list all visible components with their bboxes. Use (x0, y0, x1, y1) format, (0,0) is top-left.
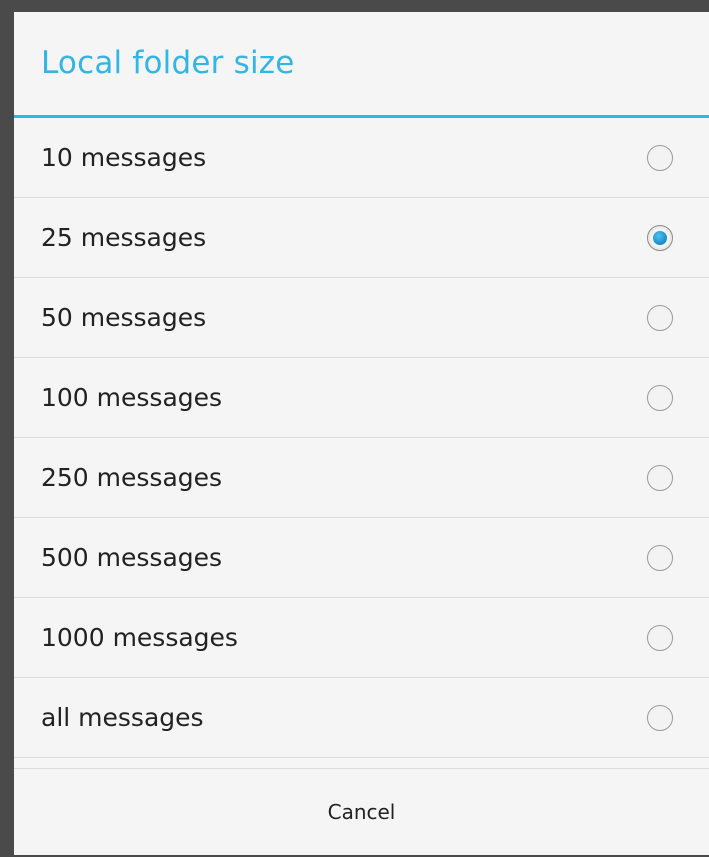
option-25-messages[interactable]: 25 messages (14, 198, 709, 278)
option-label: 25 messages (41, 223, 207, 252)
local-folder-size-dialog: Local folder size 10 messages 25 message… (14, 12, 709, 855)
radio-button-icon[interactable] (647, 544, 673, 571)
option-50-messages[interactable]: 50 messages (14, 278, 709, 358)
radio-button-icon[interactable] (647, 384, 673, 411)
cancel-button[interactable]: Cancel (288, 790, 436, 834)
option-500-messages[interactable]: 500 messages (14, 518, 709, 598)
option-label: 1000 messages (41, 623, 238, 652)
radio-button-checked-icon[interactable] (647, 224, 673, 251)
radio-button-icon[interactable] (647, 624, 673, 651)
option-all-messages[interactable]: all messages (14, 678, 709, 758)
dialog-title: Local folder size (41, 44, 295, 81)
radio-button-icon[interactable] (647, 464, 673, 491)
dialog-header: Local folder size (14, 12, 709, 118)
option-label: 10 messages (41, 143, 207, 172)
options-list: 10 messages 25 messages 50 messages 100 … (14, 118, 709, 758)
option-10-messages[interactable]: 10 messages (14, 118, 709, 198)
option-250-messages[interactable]: 250 messages (14, 438, 709, 518)
option-label: 250 messages (41, 463, 223, 492)
option-label: 100 messages (41, 383, 223, 412)
radio-button-icon[interactable] (647, 144, 673, 171)
option-1000-messages[interactable]: 1000 messages (14, 598, 709, 678)
dialog-footer: Cancel (14, 768, 709, 855)
radio-button-icon[interactable] (647, 704, 673, 731)
option-100-messages[interactable]: 100 messages (14, 358, 709, 438)
radio-button-icon[interactable] (647, 304, 673, 331)
option-label: 500 messages (41, 543, 223, 572)
option-label: all messages (41, 703, 204, 732)
option-label: 50 messages (41, 303, 207, 332)
